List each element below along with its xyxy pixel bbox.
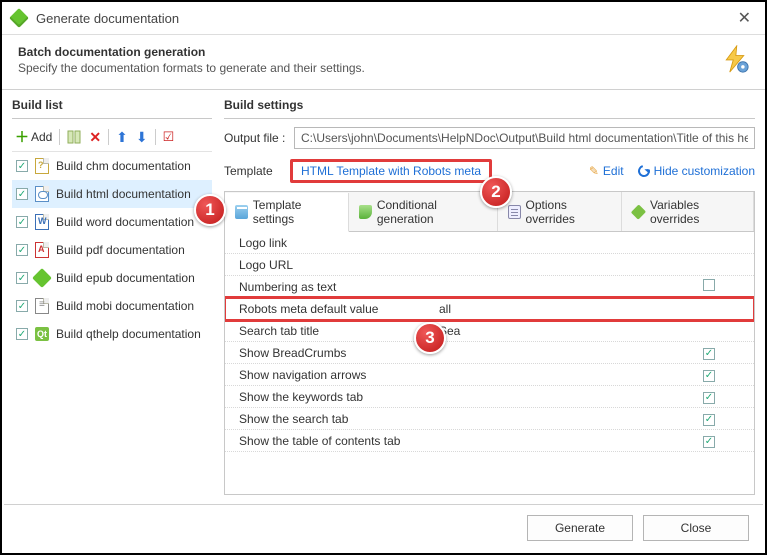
checkbox[interactable] (703, 370, 715, 382)
x-icon: ✕ (89, 129, 101, 146)
list-item[interactable]: Build pdf documentation (12, 236, 212, 264)
setting-row[interactable]: Show navigation arrows (225, 364, 754, 386)
checkbox[interactable] (703, 436, 715, 448)
qt-icon: Qt (34, 326, 50, 342)
title-bar: Generate documentation ✕ (2, 2, 765, 35)
template-name-link[interactable]: HTML Template with Robots meta (290, 159, 492, 183)
checkbox[interactable] (16, 160, 28, 172)
delete-button[interactable]: ✕ (86, 128, 104, 147)
close-icon[interactable]: ✕ (734, 8, 755, 28)
arrow-down-icon: ⬇ (136, 129, 148, 146)
checkbox[interactable] (16, 216, 28, 228)
plus-icon: ＋ (15, 127, 29, 147)
app-icon (9, 8, 29, 28)
check-all-button[interactable]: ☑ (160, 128, 178, 146)
checkbox[interactable] (16, 244, 28, 256)
list-item[interactable]: Build epub documentation (12, 264, 212, 292)
template-label: Template (224, 164, 290, 178)
tab-conditional-generation[interactable]: Conditional generation (349, 192, 498, 231)
header-title: Batch documentation generation (18, 45, 721, 59)
tab-variables-overrides[interactable]: Variables overrides (622, 192, 754, 231)
options-icon (508, 205, 521, 219)
setting-row-robots[interactable]: Robots meta default valueall (225, 298, 754, 320)
word-icon (34, 214, 50, 230)
setting-row[interactable]: Show the table of contents tab (225, 430, 754, 452)
move-down-button[interactable]: ⬇ (133, 128, 151, 147)
checkbox[interactable] (703, 414, 715, 426)
dialog-footer: Generate Close (4, 504, 763, 551)
mobi-icon (34, 298, 50, 314)
header-subtitle: Specify the documentation formats to gen… (18, 61, 721, 75)
output-file-label: Output file : (224, 131, 294, 145)
setting-row[interactable]: Search tab titleSea (225, 320, 754, 342)
variables-icon (631, 204, 646, 219)
callout-1: 1 (194, 194, 226, 226)
refresh-icon (635, 163, 651, 179)
callout-3: 3 (414, 322, 446, 354)
list-item[interactable]: Build word documentation (12, 208, 212, 236)
template-settings-icon (235, 205, 248, 219)
hide-customization-link[interactable]: Hide customization (638, 164, 755, 178)
main-area: Build list ＋Add ✕ ⬆ ⬇ ☑ Build chm docume… (2, 90, 765, 498)
setting-row[interactable]: Logo URL (225, 254, 754, 276)
duplicate-button[interactable] (64, 129, 84, 145)
template-settings-table: Logo link Logo URL Numbering as text Rob… (224, 231, 755, 495)
checkbox[interactable] (16, 272, 28, 284)
checkbox[interactable] (16, 300, 28, 312)
checkbox[interactable] (703, 392, 715, 404)
header-band: Batch documentation generation Specify t… (2, 35, 765, 90)
list-item[interactable]: Build mobi documentation (12, 292, 212, 320)
checkbox[interactable] (703, 348, 715, 360)
setting-row[interactable]: Show BreadCrumbs (225, 342, 754, 364)
list-item[interactable]: Build html documentation (12, 180, 212, 208)
setting-row[interactable]: Logo link (225, 232, 754, 254)
close-button[interactable]: Close (643, 515, 749, 541)
conditional-icon (359, 205, 372, 219)
arrow-up-icon: ⬆ (116, 129, 128, 146)
build-settings-title: Build settings (224, 98, 755, 119)
build-list-panel: Build list ＋Add ✕ ⬆ ⬇ ☑ Build chm docume… (12, 98, 212, 498)
callout-2: 2 (480, 176, 512, 208)
pdf-icon (34, 242, 50, 258)
build-list-title: Build list (12, 98, 212, 119)
build-list: Build chm documentation Build html docum… (12, 151, 212, 348)
checkbox[interactable] (16, 328, 28, 340)
list-item[interactable]: QtBuild qthelp documentation (12, 320, 212, 348)
build-settings-panel: Build settings Output file : Template HT… (224, 98, 755, 498)
setting-row[interactable]: Show the search tab (225, 408, 754, 430)
lightning-gear-icon (721, 45, 749, 73)
html-icon (34, 186, 50, 202)
window-title: Generate documentation (36, 11, 734, 26)
setting-row[interactable]: Numbering as text (225, 276, 754, 298)
list-item[interactable]: Build chm documentation (12, 152, 212, 180)
move-up-button[interactable]: ⬆ (113, 128, 131, 147)
checkbox[interactable] (16, 188, 28, 200)
edit-link[interactable]: ✎Edit (589, 164, 624, 178)
setting-row[interactable]: Show the keywords tab (225, 386, 754, 408)
build-list-toolbar: ＋Add ✕ ⬆ ⬇ ☑ (12, 123, 212, 151)
output-file-input[interactable] (294, 127, 755, 149)
chm-icon (34, 158, 50, 174)
tab-template-settings[interactable]: Template settings (225, 193, 349, 232)
output-file-row: Output file : (224, 127, 755, 149)
generate-button[interactable]: Generate (527, 515, 633, 541)
add-button[interactable]: ＋Add (12, 126, 55, 148)
epub-icon (34, 270, 50, 286)
check-icon: ☑ (163, 129, 175, 145)
checkbox[interactable] (703, 279, 715, 291)
tab-options-overrides[interactable]: Options overrides (498, 192, 623, 231)
pencil-icon: ✎ (589, 164, 599, 178)
